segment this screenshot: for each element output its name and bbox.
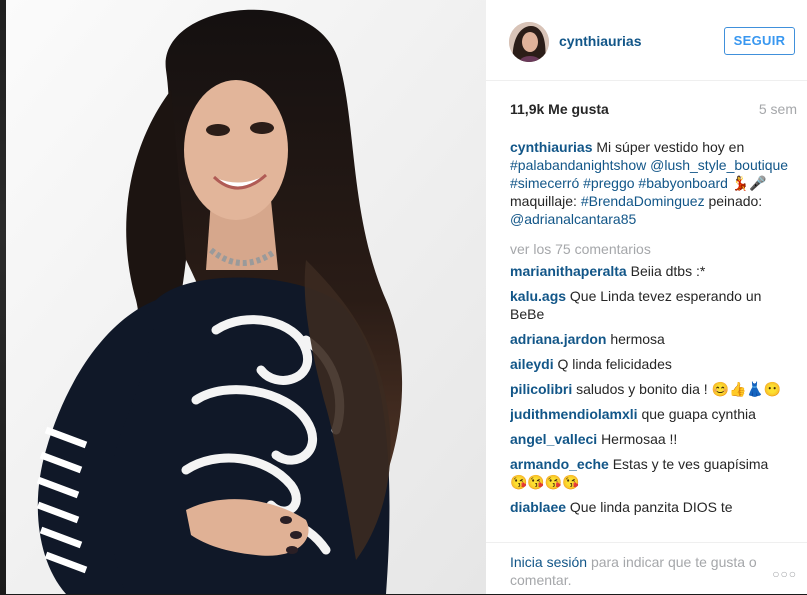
comment-username[interactable]: armando_eche bbox=[510, 456, 609, 472]
mention-link[interactable]: @adrianalcantara85 bbox=[510, 211, 636, 227]
post-photo[interactable] bbox=[6, 0, 486, 594]
post-photo-image bbox=[6, 0, 486, 594]
comment-text: que guapa cynthia bbox=[641, 406, 756, 422]
comment: angel_valleci Hermosaa !! bbox=[510, 430, 798, 448]
hashtag-link[interactable]: #babyonboard bbox=[638, 175, 728, 191]
comment: judithmendiolamxli que guapa cynthia bbox=[510, 405, 798, 423]
caption-text: peinado: bbox=[708, 193, 763, 209]
comments-section: cynthiaurias Mi súper vestido hoy en #pa… bbox=[510, 138, 798, 530]
post-caption: cynthiaurias Mi súper vestido hoy en #pa… bbox=[510, 138, 798, 228]
post-author-username[interactable]: cynthiaurias bbox=[559, 33, 641, 49]
post-footer: Inicia sesión para indicar que te gusta … bbox=[486, 542, 807, 595]
comment-text: Q linda felicidades bbox=[557, 356, 672, 372]
comment-username[interactable]: pilicolibri bbox=[510, 381, 572, 397]
caption-text: maquillaje: bbox=[510, 193, 577, 209]
comment: diablaee Que linda panzita DIOS te bbox=[510, 498, 798, 516]
comment: aileydi Q linda felicidades bbox=[510, 355, 798, 373]
like-count[interactable]: 11,9k Me gusta bbox=[510, 101, 609, 117]
comment-text: saludos y bonito dia ! bbox=[576, 381, 708, 397]
avatar[interactable] bbox=[509, 22, 549, 62]
comment-username[interactable]: marianithaperalta bbox=[510, 263, 627, 279]
comment-text: Hermosaa !! bbox=[601, 431, 678, 447]
comment: marianithaperalta Beiia dtbs :* bbox=[510, 262, 798, 280]
comment: adriana.jardon hermosa bbox=[510, 330, 798, 348]
comment-username[interactable]: judithmendiolamxli bbox=[510, 406, 638, 422]
login-prompt: Inicia sesión para indicar que te gusta … bbox=[510, 553, 770, 589]
comment-text: hermosa bbox=[610, 331, 665, 347]
comment-username[interactable]: diablaee bbox=[510, 499, 566, 515]
comment-emoji: 😊👍👗😶 bbox=[711, 381, 782, 397]
post-timestamp[interactable]: 5 sem bbox=[759, 101, 797, 117]
comment: pilicolibri saludos y bonito dia ! 😊👍👗😶 bbox=[510, 380, 798, 398]
caption-username[interactable]: cynthiaurias bbox=[510, 139, 592, 155]
avatar-image bbox=[509, 22, 549, 62]
comment: armando_eche Estas y te ves guapísima 😘😘… bbox=[510, 455, 798, 491]
post-header: cynthiaurias SEGUIR bbox=[486, 0, 807, 81]
comment-username[interactable]: aileydi bbox=[510, 356, 554, 372]
comment-text: Beiia dtbs :* bbox=[630, 263, 706, 279]
hashtag-link[interactable]: #simecerró bbox=[510, 175, 579, 191]
hashtag-link[interactable]: #palabandanightshow bbox=[510, 157, 646, 173]
mention-link[interactable]: @lush_style_boutique bbox=[650, 157, 788, 173]
comment-username[interactable]: angel_valleci bbox=[510, 431, 597, 447]
hashtag-link[interactable]: #BrendaDominguez bbox=[581, 193, 705, 209]
comment-username[interactable]: adriana.jardon bbox=[510, 331, 606, 347]
comment-text: Que linda panzita DIOS te bbox=[569, 499, 733, 515]
view-all-comments-link[interactable]: ver los 75 comentarios bbox=[510, 240, 798, 258]
hashtag-link[interactable]: #preggo bbox=[583, 175, 634, 191]
login-link[interactable]: Inicia sesión bbox=[510, 554, 587, 570]
follow-button[interactable]: SEGUIR bbox=[724, 27, 795, 55]
ellipsis-icon[interactable]: ○○○ bbox=[772, 567, 797, 581]
comment: kalu.ags Que Linda tevez esperando un Be… bbox=[510, 287, 798, 323]
caption-emoji: 💃🎤 bbox=[731, 175, 767, 191]
comment-username[interactable]: kalu.ags bbox=[510, 288, 566, 304]
comment-text: Estas y te ves guapísima bbox=[612, 456, 769, 472]
caption-text: Mi súper vestido hoy en bbox=[596, 139, 745, 155]
comment-emoji: 😘😘😘😘 bbox=[510, 474, 580, 490]
post-sidebar: cynthiaurias SEGUIR 11,9k Me gusta 5 sem… bbox=[486, 0, 807, 594]
